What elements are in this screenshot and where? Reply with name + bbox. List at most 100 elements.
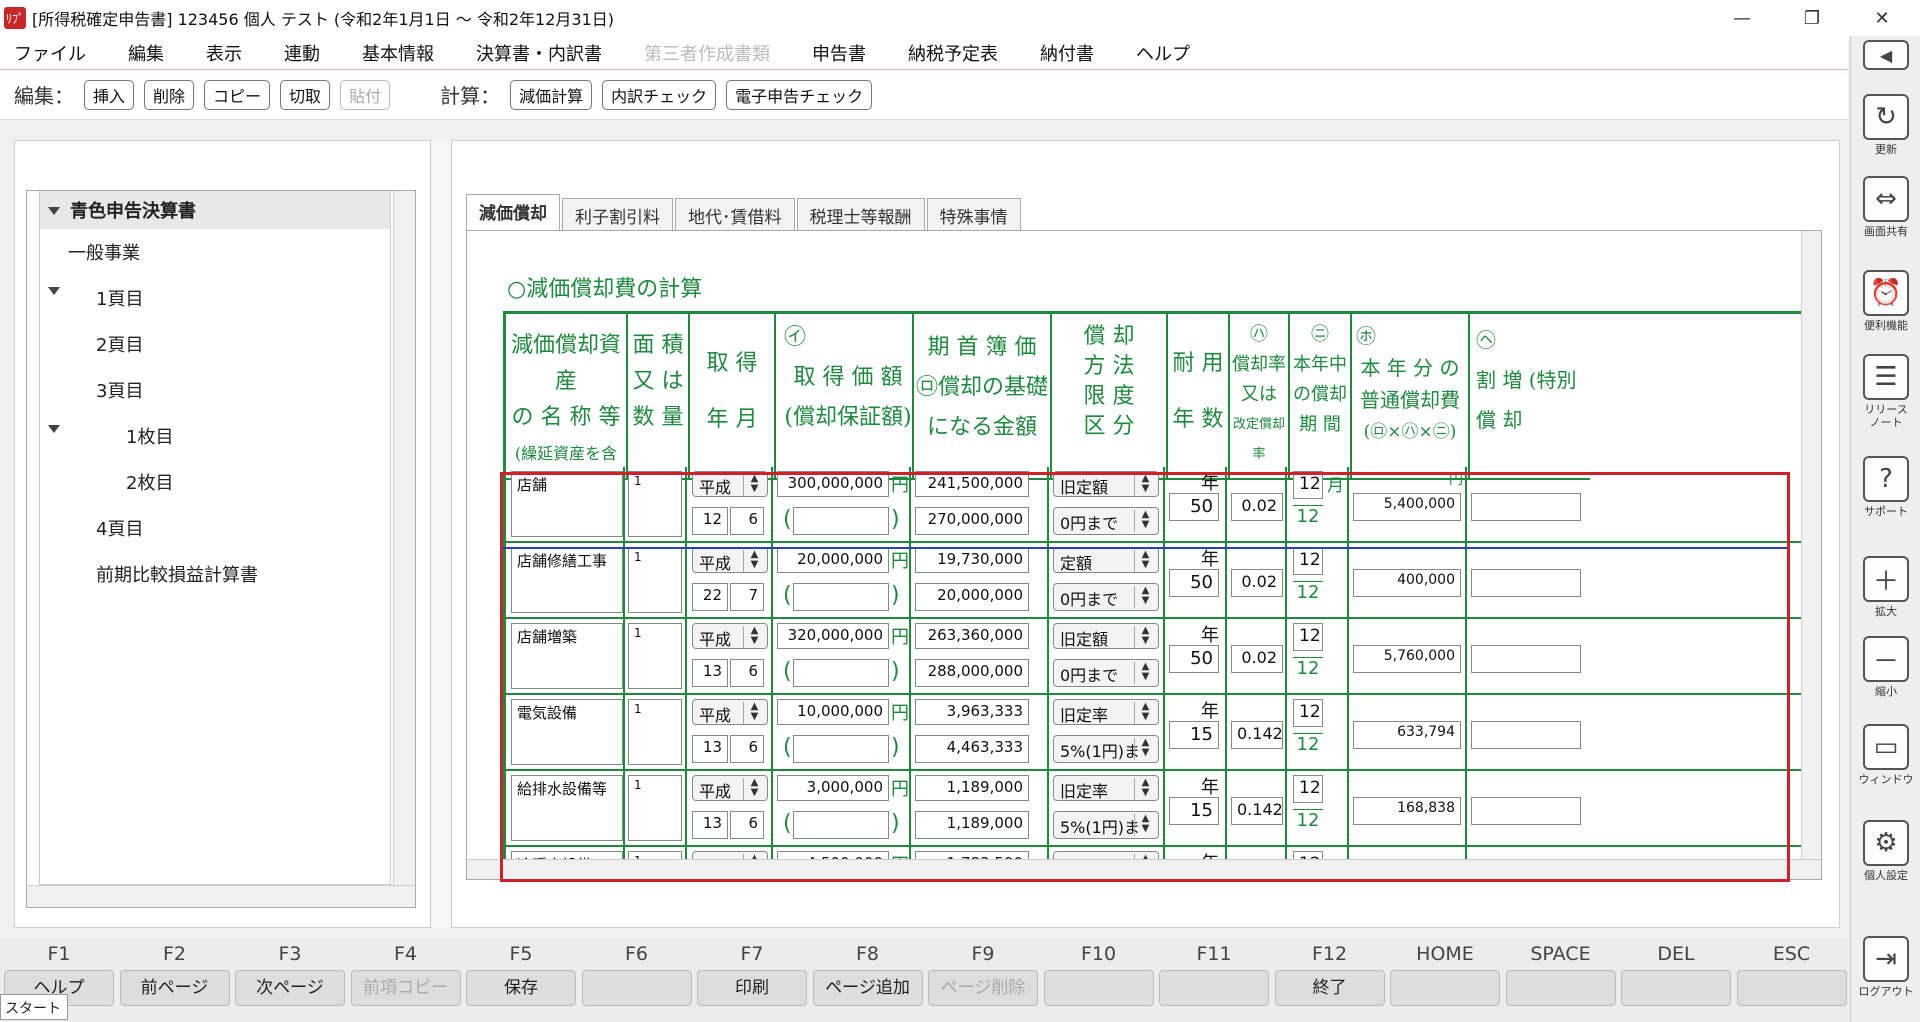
- start-button[interactable]: スタート: [0, 994, 68, 1020]
- acquisition-price-field[interactable]: 20,000,000: [777, 547, 889, 573]
- depreciation-base-field[interactable]: 4,463,333: [915, 735, 1029, 763]
- e-filing-check-button[interactable]: 電子申告チェック: [726, 79, 873, 110]
- guarantee-amount-field[interactable]: [793, 583, 889, 611]
- fkey-f2[interactable]: F2 前ページ: [119, 938, 230, 1006]
- era-select[interactable]: 平成▲▼: [692, 623, 768, 649]
- form-vertical-scrollbar[interactable]: [1801, 231, 1821, 861]
- fkey-action[interactable]: 終了: [1274, 970, 1385, 1006]
- fkey-action[interactable]: [1390, 970, 1500, 1006]
- release-notes-button[interactable]: ☰ リリースノート: [1857, 354, 1915, 429]
- acquisition-price-field[interactable]: 3,000,000: [777, 775, 889, 801]
- rate-field[interactable]: 0.02: [1231, 493, 1283, 521]
- tab-depreciation[interactable]: 減価償却: [466, 194, 560, 230]
- extra-depreciation-field[interactable]: [1471, 493, 1581, 521]
- fkey-f7[interactable]: F7 印刷: [697, 938, 807, 1006]
- panel-splitter[interactable]: [430, 140, 452, 928]
- tree-item-sheet-1[interactable]: 1枚目: [126, 423, 173, 449]
- qty-field[interactable]: 1: [628, 775, 682, 841]
- close-button[interactable]: ✕: [1860, 4, 1904, 32]
- era-select[interactable]: 平成▲▼: [692, 471, 768, 497]
- guarantee-amount-field[interactable]: [793, 811, 889, 839]
- tree-item-sheet-2[interactable]: 2枚目: [126, 469, 173, 495]
- asset-name-field[interactable]: 店舗: [511, 471, 623, 537]
- rate-field[interactable]: 0.142: [1231, 797, 1283, 825]
- guarantee-amount-field[interactable]: [793, 659, 889, 687]
- tree-item-page-1[interactable]: 1頁目: [96, 285, 143, 311]
- logout-button[interactable]: ⇥ ログアウト: [1857, 936, 1915, 998]
- breakdown-check-button[interactable]: 内訳チェック: [602, 79, 717, 110]
- opening-book-value-field[interactable]: 1,189,000: [915, 775, 1029, 801]
- acq-month-field[interactable]: 6: [730, 659, 764, 687]
- extra-depreciation-field[interactable]: [1471, 569, 1581, 597]
- fkey-esc[interactable]: ESC: [1736, 938, 1847, 1006]
- months-field[interactable]: 12: [1293, 623, 1323, 651]
- acq-year-field[interactable]: 12: [692, 507, 728, 535]
- depreciation-base-field[interactable]: 1,189,000: [915, 811, 1029, 839]
- annual-depreciation-field[interactable]: 168,838: [1353, 797, 1461, 825]
- menu-payment-slip[interactable]: 納付書: [1040, 40, 1094, 66]
- tree-item-comparative-pl[interactable]: 前期比較損益計算書: [96, 561, 258, 587]
- copy-button[interactable]: コピー: [204, 79, 271, 110]
- fkey-f4[interactable]: F4 前項コピー: [350, 938, 461, 1006]
- support-button[interactable]: ? サポート: [1857, 456, 1915, 518]
- months-field[interactable]: 12: [1293, 699, 1323, 727]
- tab-interest-discount[interactable]: 利子割引料: [562, 198, 673, 230]
- acq-year-field[interactable]: 13: [692, 659, 728, 687]
- menu-file[interactable]: ファイル: [14, 40, 86, 66]
- acquisition-price-field[interactable]: 320,000,000: [777, 623, 889, 649]
- menu-view[interactable]: 表示: [206, 40, 242, 66]
- zoom-in-button[interactable]: ＋ 拡大: [1857, 556, 1915, 618]
- opening-book-value-field[interactable]: 19,730,000: [915, 547, 1029, 573]
- fkey-f3[interactable]: F3 次ページ: [235, 938, 345, 1006]
- acq-year-field[interactable]: 13: [692, 735, 728, 763]
- menu-tax-schedule[interactable]: 納税予定表: [908, 40, 998, 66]
- asset-name-field[interactable]: 電気設備: [511, 699, 623, 765]
- tree-root-blue-return[interactable]: 青色申告決算書: [40, 191, 390, 229]
- era-select[interactable]: 平成▲▼: [692, 547, 768, 573]
- acq-year-field[interactable]: 13: [692, 811, 728, 839]
- restore-button[interactable]: ❐: [1790, 4, 1834, 32]
- refresh-button[interactable]: ↻ 更新: [1857, 94, 1915, 156]
- limit-select[interactable]: 5%(1円)ま ▲ ▼: [1053, 735, 1159, 763]
- window-button[interactable]: ▭ ウィンドウ: [1857, 724, 1915, 786]
- menu-help[interactable]: ヘルプ: [1136, 40, 1190, 66]
- menu-statements[interactable]: 決算書・内訳書: [476, 40, 602, 66]
- fkey-action[interactable]: [581, 970, 692, 1006]
- fkey-f5[interactable]: F5 保存: [466, 938, 576, 1006]
- tree-vertical-scrollbar[interactable]: [393, 191, 415, 885]
- depreciation-base-field[interactable]: 288,000,000: [915, 659, 1029, 687]
- acq-month-field[interactable]: 7: [730, 583, 764, 611]
- extra-depreciation-field[interactable]: [1471, 721, 1581, 749]
- qty-field[interactable]: 1: [628, 623, 682, 689]
- fkey-action[interactable]: [1505, 970, 1616, 1006]
- fkey-home[interactable]: HOME: [1390, 938, 1500, 1006]
- menu-edit[interactable]: 編集: [128, 40, 164, 66]
- acq-month-field[interactable]: 6: [730, 507, 764, 535]
- tab-tax-accountant-fees[interactable]: 税理士等報酬: [796, 198, 925, 230]
- useful-life-field[interactable]: 15: [1169, 797, 1219, 825]
- acquisition-price-field[interactable]: 10,000,000: [777, 699, 889, 725]
- fkey-f11[interactable]: F11: [1159, 938, 1269, 1006]
- asset-name-field[interactable]: 給排水設備等: [511, 775, 623, 841]
- useful-life-field[interactable]: 15: [1169, 721, 1219, 749]
- months-field[interactable]: 12: [1293, 775, 1323, 803]
- tree-item-page-3[interactable]: 3頁目: [96, 377, 143, 403]
- opening-book-value-field[interactable]: 263,360,000: [915, 623, 1029, 649]
- fkey-f12[interactable]: F12 終了: [1274, 938, 1385, 1006]
- fkey-f8[interactable]: F8 ページ追加: [812, 938, 923, 1006]
- menu-link[interactable]: 連動: [284, 40, 320, 66]
- screen-share-button[interactable]: ⇔ 画面共有: [1857, 176, 1915, 238]
- acq-month-field[interactable]: 6: [730, 735, 764, 763]
- tab-rent-lease[interactable]: 地代･賃借料: [675, 198, 795, 230]
- fkey-action[interactable]: ページ追加: [812, 970, 923, 1006]
- months-field[interactable]: 12: [1293, 471, 1323, 499]
- form-horizontal-scrollbar[interactable]: [467, 859, 1821, 879]
- menu-basic-info[interactable]: 基本情報: [362, 40, 434, 66]
- rate-field[interactable]: 0.02: [1231, 569, 1283, 597]
- annual-depreciation-field[interactable]: 633,794: [1353, 721, 1461, 749]
- tools-button[interactable]: ⏰ 便利機能: [1857, 270, 1915, 332]
- fkey-space[interactable]: SPACE: [1505, 938, 1616, 1006]
- opening-book-value-field[interactable]: 241,500,000: [915, 471, 1029, 497]
- delete-button[interactable]: 削除: [144, 79, 195, 110]
- method-select[interactable]: 旧定率▲▼: [1053, 775, 1159, 801]
